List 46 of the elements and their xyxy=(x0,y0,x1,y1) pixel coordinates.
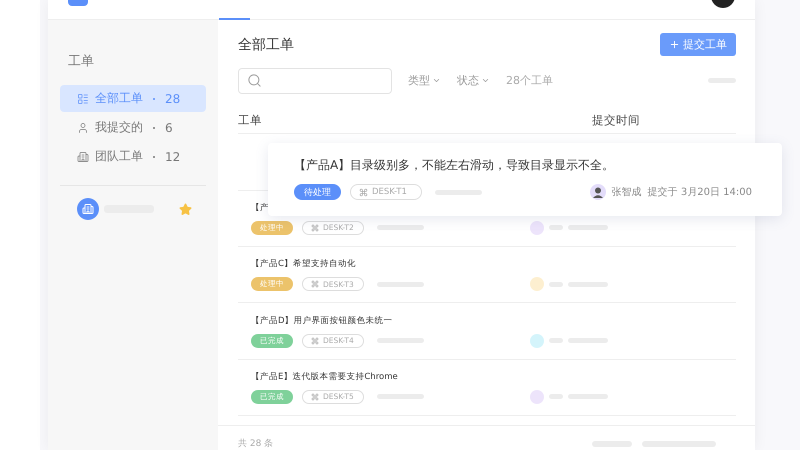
sidebar-item-count: 28 xyxy=(165,92,180,106)
sidebar-item[interactable]: 全部工单 28 xyxy=(60,85,206,112)
list-icon xyxy=(77,92,89,104)
command-icon xyxy=(311,336,319,345)
ticket-title[interactable]: 【产 xyxy=(251,202,269,214)
column-header: 提交时间 xyxy=(592,113,640,128)
ticket-title[interactable]: 【产品E】迭代版本需要支持Chrome xyxy=(251,370,398,383)
sidebar-item-label: 我提交的 xyxy=(95,119,143,136)
page-title: 全部工单 xyxy=(238,36,294,54)
ticket-title[interactable]: 【产品D】用户界面按钮颜色未统一 xyxy=(251,314,393,327)
sidebar-item-label: 全部工单 xyxy=(95,90,143,107)
command-icon xyxy=(311,280,319,288)
submit-button[interactable]: 提交工单 xyxy=(660,33,736,56)
sidebar-item-label: 团队工单 xyxy=(95,148,143,165)
status-badge: 待处理 xyxy=(294,184,341,200)
search-field[interactable] xyxy=(238,68,392,94)
avatar-icon xyxy=(590,184,606,200)
plus-icon xyxy=(669,39,680,50)
ticket-tag: DESK-T1 xyxy=(350,184,422,200)
ticket-count: 28个工单 xyxy=(506,73,554,88)
sidebar-title: 工单 xyxy=(68,53,95,70)
command-icon xyxy=(359,188,368,196)
sidebar-item-count: 6 xyxy=(165,120,173,134)
command-icon xyxy=(311,224,319,232)
user-icon xyxy=(77,122,89,134)
sidebar-item[interactable]: 我提交的 6 xyxy=(60,114,206,141)
filter-dropdown[interactable]: 状态 xyxy=(457,73,490,88)
team-avatar[interactable] xyxy=(77,198,99,220)
total-count: 共 28 条 xyxy=(238,438,274,450)
sidebar-item[interactable]: 团队工单 12 xyxy=(60,143,206,170)
building-icon xyxy=(77,150,89,162)
separator-dot xyxy=(153,98,155,100)
separator-dot xyxy=(153,126,155,128)
separator-dot xyxy=(153,156,155,158)
author-name: 张智成 xyxy=(612,186,642,199)
column-header: 工单 xyxy=(238,113,262,128)
card-title: 【产品A】目录级别多，不能左右滑动，导致目录显示不全。 xyxy=(294,157,616,174)
ticket-popup[interactable]: 【产品A】目录级别多，不能左右滑动，导致目录显示不全。 待处理 DESK-T1 张智成 提交于 3月20日 14:00 xyxy=(268,143,782,216)
ticket-title[interactable]: 【产品C】希望支持自动化 xyxy=(251,258,356,270)
sidebar-item-count: 12 xyxy=(165,150,180,164)
submit-time: 提交于 3月20日 14:00 xyxy=(648,186,752,199)
filter-dropdown[interactable]: 类型 xyxy=(408,73,441,88)
star-icon[interactable] xyxy=(179,202,192,216)
search-icon xyxy=(247,73,262,88)
tab-indicator xyxy=(219,18,250,20)
command-icon xyxy=(311,392,319,401)
